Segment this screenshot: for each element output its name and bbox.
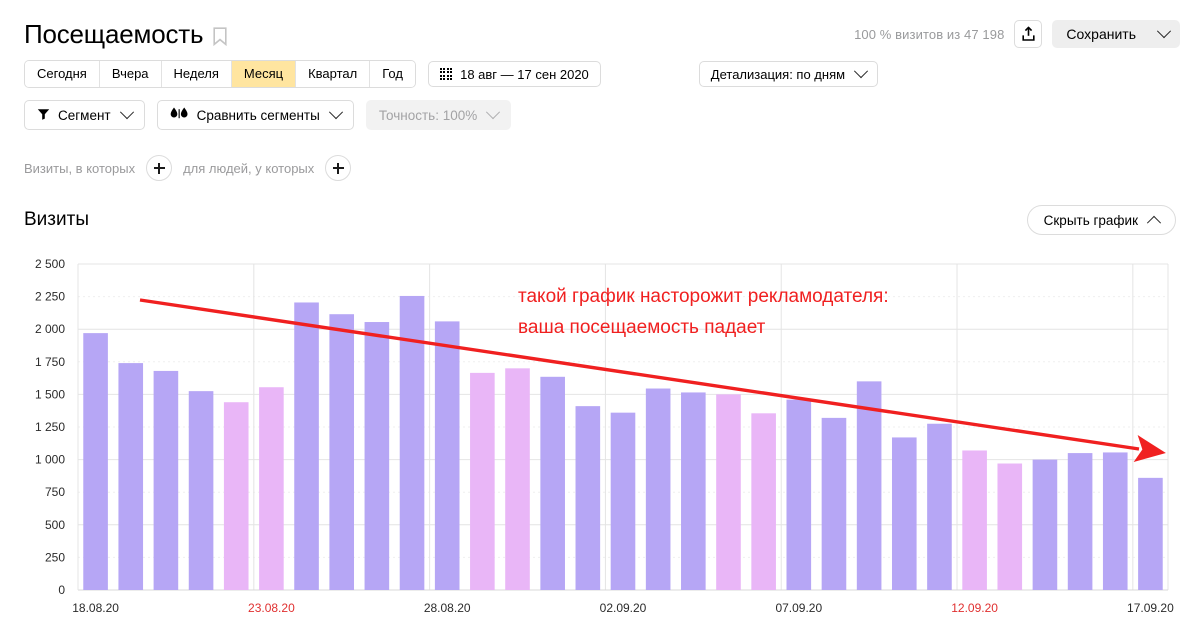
- add-people-filter-button[interactable]: [325, 155, 352, 181]
- chart-bar[interactable]: [962, 450, 987, 590]
- chart-bar[interactable]: [329, 314, 355, 590]
- period-tab-quarter[interactable]: Квартал: [296, 61, 371, 87]
- segment-button[interactable]: Сегмент: [24, 100, 145, 130]
- chevron-down-icon: [1156, 24, 1172, 39]
- chart-bar[interactable]: [1032, 459, 1058, 590]
- chart-bar[interactable]: [856, 381, 882, 590]
- x-axis-tick-label: 02.09.20: [600, 601, 647, 615]
- compare-segments-button[interactable]: Сравнить сегменты: [156, 100, 354, 130]
- chevron-down-icon: [119, 105, 134, 120]
- y-axis-tick-label: 0: [58, 583, 65, 597]
- y-axis-tick-label: 2 000: [35, 322, 65, 336]
- x-axis-tick-label: 07.09.20: [775, 601, 822, 615]
- chevron-up-icon: [1146, 215, 1162, 230]
- chart-bar[interactable]: [681, 392, 706, 590]
- y-axis-tick-label: 2 250: [35, 290, 65, 304]
- period-tab-week[interactable]: Неделя: [161, 61, 232, 87]
- date-range-label: 18 авг — 17 сен 2020: [460, 66, 589, 82]
- y-axis-tick-label: 1 000: [35, 453, 65, 467]
- y-axis-tick-label: 1 750: [35, 355, 65, 369]
- hide-chart-button[interactable]: Скрыть график: [1026, 205, 1176, 235]
- accuracy-label: Точность: 100%: [378, 107, 478, 123]
- x-axis-tick-label: 17.09.20: [1127, 601, 1174, 615]
- annotation-line-2: ваша посещаемость падает: [518, 317, 766, 338]
- title-row: Посещаемость 100 % визитов из 47 198 Сох…: [24, 16, 1180, 52]
- y-axis-tick-label: 250: [45, 550, 65, 564]
- visits-bar-chart: 0 250 500 750 1 000 1 250 1 500 1 750 2 000 2 250…: [0, 250, 1200, 620]
- chart-bar[interactable]: [891, 437, 917, 590]
- accuracy-select[interactable]: Точность: 100%: [365, 100, 512, 130]
- chart-bar[interactable]: [786, 399, 812, 590]
- chart-section-header: Визиты Скрыть график: [24, 205, 1176, 235]
- chart-bar[interactable]: [751, 413, 776, 590]
- chart-section-title: Визиты: [24, 209, 89, 230]
- period-tab-month[interactable]: Месяц: [231, 61, 297, 87]
- chart-bar[interactable]: [259, 387, 284, 590]
- chevron-down-icon: [853, 64, 869, 79]
- chart-bar[interactable]: [434, 321, 460, 590]
- x-axis-tick-label: 18.08.20: [72, 601, 119, 615]
- period-tab-today[interactable]: Сегодня: [25, 61, 100, 87]
- filters-row: Визиты, в которых для людей, у которых: [24, 155, 352, 181]
- hide-chart-label: Скрыть график: [1043, 212, 1138, 228]
- page-title: Посещаемость: [24, 19, 204, 49]
- x-axis-tick-label: 12.09.20: [951, 601, 998, 615]
- detail-select-label: Детализация: по дням: [710, 66, 846, 82]
- title-actions: 100 % визитов из 47 198 Сохранить: [854, 20, 1180, 48]
- detail-select[interactable]: Детализация: по дням: [698, 61, 879, 87]
- chart-bar[interactable]: [821, 417, 847, 590]
- period-tab-group: Сегодня Вчера Неделя Месяц Квартал Год: [24, 60, 416, 88]
- y-axis-tick-label: 2 500: [35, 257, 65, 271]
- filter-people-label: для людей, у которых: [183, 160, 315, 176]
- segment-button-label: Сегмент: [58, 107, 111, 123]
- share-upload-icon[interactable]: [1014, 20, 1043, 48]
- chart-bar[interactable]: [505, 368, 530, 590]
- x-axis-tick-label: 23.08.20: [248, 601, 295, 615]
- filter-visits-label: Визиты, в которых: [24, 160, 136, 176]
- add-visit-filter-button[interactable]: [146, 155, 173, 181]
- annotation-line-1: такой график насторожит рекламодателя:: [518, 286, 889, 307]
- chart-bar[interactable]: [927, 423, 952, 590]
- x-axis-tick-label: 28.08.20: [424, 601, 471, 615]
- chart-bar[interactable]: [294, 302, 319, 590]
- chart-bar[interactable]: [470, 372, 495, 590]
- chart-bar[interactable]: [118, 363, 144, 590]
- bookmark-icon[interactable]: [213, 26, 227, 46]
- chart-bar[interactable]: [188, 391, 214, 590]
- funnel-icon: [37, 108, 50, 123]
- y-axis-tick-label: 750: [45, 485, 65, 499]
- y-axis-tick-label: 1 500: [35, 387, 65, 401]
- period-tab-year[interactable]: Год: [370, 61, 415, 87]
- compare-segments-label: Сравнить сегменты: [196, 107, 320, 123]
- chart-bar[interactable]: [1067, 453, 1093, 590]
- save-button-label: Сохранить: [1066, 26, 1136, 42]
- chart-svg: 0 250 500 750 1 000 1 250 1 500 1 750 2 000 2 250…: [35, 257, 1174, 615]
- visits-stat: 100 % визитов из 47 198: [854, 26, 1005, 42]
- chevron-down-icon: [328, 105, 343, 120]
- compare-drops-icon: [170, 107, 189, 123]
- chevron-down-icon: [486, 105, 501, 120]
- y-axis-tick-label: 1 250: [35, 420, 65, 434]
- calendar-grid-icon: [439, 67, 453, 81]
- chart-bar[interactable]: [575, 406, 601, 590]
- segment-toolbar: Сегмент Сравнить сегменты Точность: 100%: [24, 100, 512, 130]
- y-axis-tick-label: 500: [45, 518, 65, 532]
- chart-bar[interactable]: [716, 394, 741, 590]
- chart-bar[interactable]: [997, 463, 1023, 590]
- chart-bar[interactable]: [1138, 477, 1163, 590]
- date-range-picker[interactable]: 18 авг — 17 сен 2020: [427, 61, 601, 87]
- chart-bar[interactable]: [153, 370, 179, 590]
- analytics-page: Посещаемость 100 % визитов из 47 198 Сох…: [0, 0, 1200, 620]
- chart-bar[interactable]: [540, 376, 565, 590]
- chart-bar[interactable]: [645, 388, 671, 590]
- save-button[interactable]: Сохранить: [1052, 20, 1180, 48]
- chart-bar[interactable]: [83, 333, 108, 590]
- chart-bar[interactable]: [610, 412, 636, 590]
- chart-bar[interactable]: [1102, 452, 1128, 590]
- period-tab-yesterday[interactable]: Вчера: [99, 61, 162, 87]
- period-toolbar: Сегодня Вчера Неделя Месяц Квартал Год 1…: [24, 60, 879, 88]
- chart-bar[interactable]: [364, 322, 390, 590]
- chart-bar[interactable]: [223, 402, 249, 590]
